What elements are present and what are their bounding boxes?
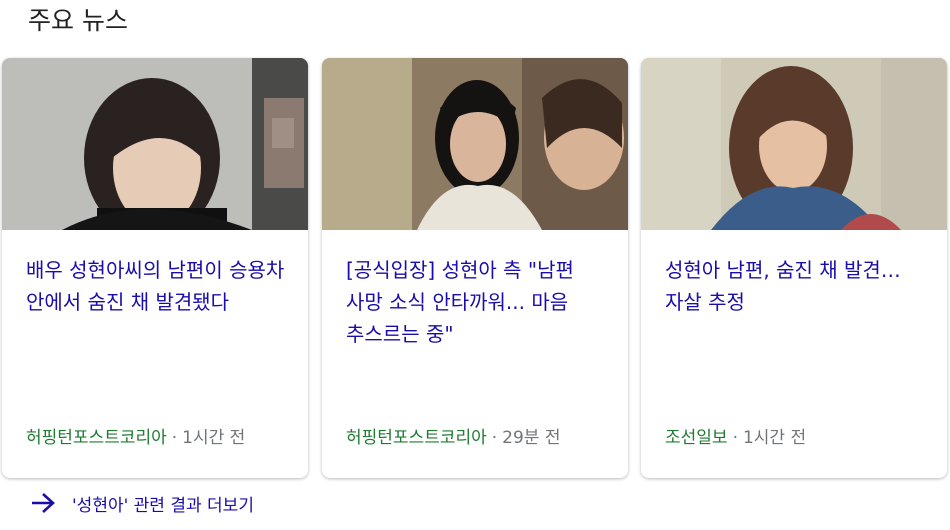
separator-dot: · — [732, 428, 738, 448]
more-results-link[interactable]: '성현아' 관련 결과 더보기 — [30, 488, 254, 518]
news-source: 허핑턴포스트코리아 — [26, 428, 167, 448]
news-headline-link[interactable]: [공식입장] 성현아 측 "남편 사망 소식 안타까워... 마음 추스르는 중… — [346, 254, 608, 350]
top-stories-carousel: 배우 성현아씨의 남편이 승용차 안에서 숨진 채 발견됐다 허핑턴포스트코리아… — [2, 58, 948, 478]
news-thumbnail[interactable] — [641, 58, 947, 230]
news-meta: 조선일보 · 1시간 전 — [665, 426, 806, 450]
news-time: 29분 전 — [502, 428, 561, 448]
news-card[interactable]: [공식입장] 성현아 측 "남편 사망 소식 안타까워... 마음 추스르는 중… — [322, 58, 628, 478]
news-source: 허핑턴포스트코리아 — [346, 428, 487, 448]
news-thumbnail[interactable] — [322, 58, 628, 230]
news-source: 조선일보 — [665, 428, 728, 448]
news-thumbnail[interactable] — [2, 58, 308, 230]
section-title: 주요 뉴스 — [28, 6, 128, 35]
separator-dot: · — [171, 428, 178, 448]
news-card[interactable]: 성현아 남편, 숨진 채 발견…자살 추정 조선일보 · 1시간 전 — [641, 58, 947, 478]
news-time: 1시간 전 — [742, 428, 807, 448]
news-headline-link[interactable]: 성현아 남편, 숨진 채 발견…자살 추정 — [665, 254, 927, 318]
news-meta: 허핑턴포스트코리아 · 29분 전 — [346, 426, 561, 450]
separator-dot: · — [491, 428, 498, 448]
arrow-right-icon — [30, 492, 56, 514]
news-headline-link[interactable]: 배우 성현아씨의 남편이 승용차 안에서 숨진 채 발견됐다 — [26, 254, 288, 318]
news-time: 1시간 전 — [182, 428, 246, 448]
news-card[interactable]: 배우 성현아씨의 남편이 승용차 안에서 숨진 채 발견됐다 허핑턴포스트코리아… — [2, 58, 308, 478]
more-results-label: '성현아' 관련 결과 더보기 — [72, 495, 254, 516]
news-meta: 허핑턴포스트코리아 · 1시간 전 — [26, 426, 245, 450]
